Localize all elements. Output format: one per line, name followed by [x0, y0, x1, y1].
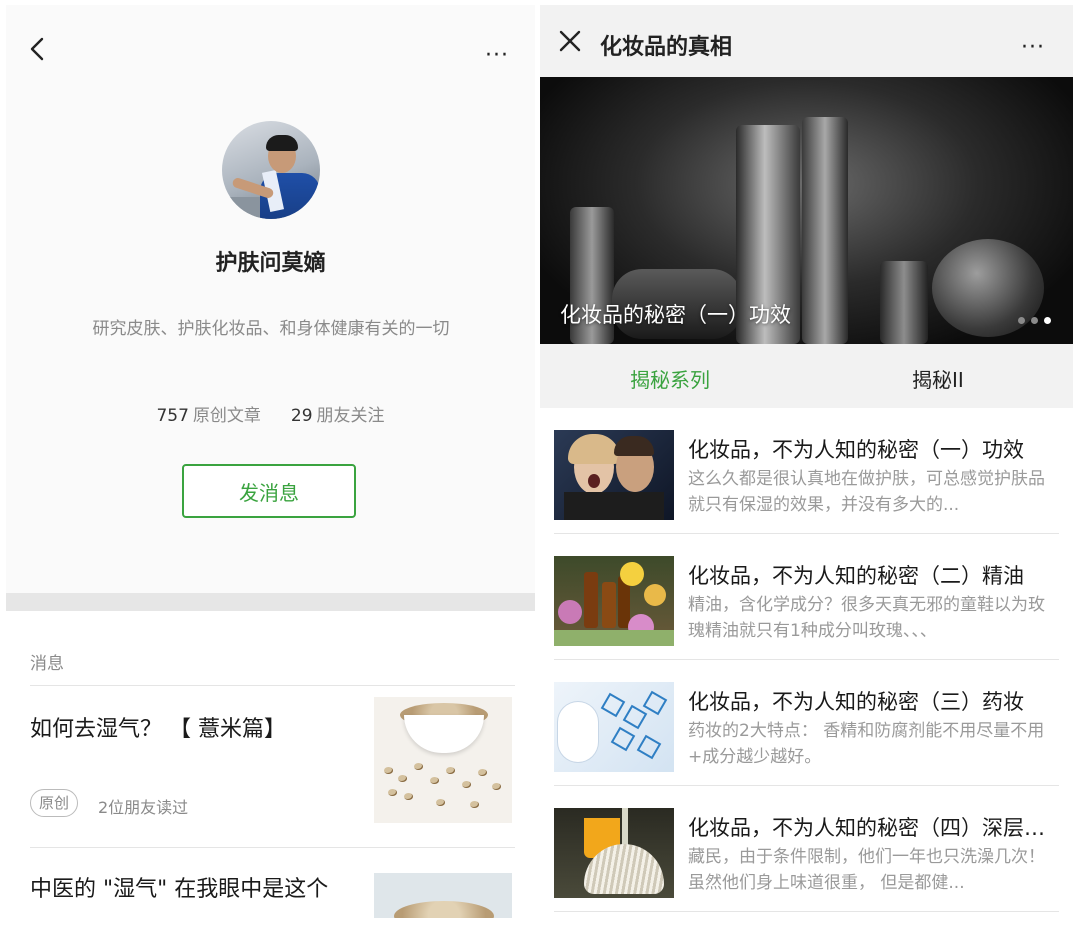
account-description: 研究皮肤、护肤化妆品、和身体健康有关的一切 — [92, 319, 450, 339]
banner-caption: 化妆品的秘密（一）功效 — [560, 303, 791, 327]
close-icon[interactable] — [556, 27, 584, 55]
message-title[interactable]: 中医的 "湿气" 在我眼中是这个 — [30, 875, 328, 905]
carousel-indicator — [1012, 309, 1051, 328]
article-title[interactable]: 化妆品，不为人知的秘密（三）药妆 — [688, 686, 1058, 716]
friends-read-count: 2位朋友读过 — [98, 798, 189, 817]
message-title[interactable]: 如何去湿气？ 【 薏米篇】 — [30, 711, 286, 743]
banner-carousel[interactable]: 化妆品的秘密（一）功效 — [540, 77, 1073, 344]
mop-bucket-thumbnail — [554, 808, 674, 898]
article-summary: 这么久都是很认真地在做护肤，可总感觉护肤品就只有保湿的效果，并没有多大的... — [688, 469, 1045, 515]
carousel-dot-active — [1044, 317, 1051, 324]
whisper-thumbnail — [554, 430, 674, 520]
tab-series[interactable]: 揭秘系列 — [630, 364, 710, 393]
carousel-dot — [1018, 317, 1025, 324]
more-options-icon[interactable]: ··· — [485, 43, 509, 68]
section-divider — [6, 593, 535, 611]
article-title[interactable]: 化妆品，不为人知的秘密（四）深层清洁 — [688, 812, 1058, 842]
essential-oil-thumbnail — [554, 556, 674, 646]
list-item[interactable]: 化妆品，不为人知的秘密（二）精油 精油，含化学成分？很多天真无邪的童鞋以为玫瑰精… — [554, 534, 1059, 660]
article-title[interactable]: 化妆品，不为人知的秘密（一）功效 — [688, 434, 1058, 464]
account-name: 护肤问莫嫡 — [215, 251, 326, 276]
bottle-image — [880, 261, 928, 344]
friends-label: 朋友关注 — [316, 406, 385, 426]
account-stats: 757 原创文章 29 朋友关注 — [6, 401, 535, 426]
list-item[interactable]: 化妆品，不为人知的秘密（四）深层清洁 藏民，由于条件限制，他们一年也只洗澡几次！… — [554, 786, 1059, 912]
more-options-icon[interactable]: ··· — [1021, 35, 1045, 60]
list-divider — [30, 847, 515, 848]
page-header: 化妆品的真相 ··· — [540, 5, 1073, 77]
tab-series-ii[interactable]: 揭秘II — [912, 364, 964, 393]
carousel-dot — [1031, 317, 1038, 324]
avatar[interactable] — [222, 121, 320, 219]
article-summary: 藏民，由于条件限制，他们一年也只洗澡几次！ 虽然他们身上味道很重， 但是都健..… — [688, 847, 1045, 893]
list-item[interactable]: 化妆品，不为人知的秘密（一）功效 这么久都是很认真地在做护肤，可总感觉护肤品就只… — [554, 408, 1059, 534]
collection-pane: 化妆品的真相 ··· 化妆品的秘密（一）功效 揭秘系列 揭秘II 化妆品，不为人… — [540, 5, 1073, 918]
tab-bar: 揭秘系列 揭秘II — [540, 344, 1073, 408]
original-tag: 原创 — [30, 789, 79, 817]
article-summary: 精油，含化学成分？很多天真无邪的童鞋以为玫瑰精油就只有1种成分叫玫瑰、、、 — [688, 595, 1045, 641]
lab-molecule-thumbnail — [554, 682, 674, 772]
article-title[interactable]: 化妆品，不为人知的秘密（二）精油 — [688, 560, 1058, 590]
articles-count: 757 — [156, 406, 189, 426]
friends-count: 29 — [290, 406, 313, 426]
list-divider — [30, 685, 515, 686]
barley-thumbnail[interactable] — [374, 873, 512, 918]
bottle-image — [802, 117, 848, 344]
messages-section-title: 消息 — [30, 654, 64, 674]
list-item[interactable]: 化妆品，不为人知的秘密（三）药妆 药妆的2大特点： 香精和防腐剂能不用尽量不用+… — [554, 660, 1059, 786]
back-chevron-icon[interactable] — [24, 35, 52, 63]
page-title: 化妆品的真相 — [600, 35, 733, 60]
messages-section: 消息 如何去湿气？ 【 薏米篇】 原创 2位朋友读过 中医的 "湿气" 在我眼中… — [6, 611, 535, 918]
barley-bowl-thumbnail[interactable] — [374, 697, 512, 823]
articles-label: 原创文章 — [192, 406, 261, 426]
profile-pane: ··· 护肤问莫嫡 研究皮肤、护肤化妆品、和身体健康有关的一切 757 原创文章 2… — [6, 5, 535, 918]
send-message-button[interactable]: 发消息 — [182, 464, 356, 518]
article-summary: 药妆的2大特点： 香精和防腐剂能不用尽量不用+成分越少越好。 — [688, 721, 1045, 767]
